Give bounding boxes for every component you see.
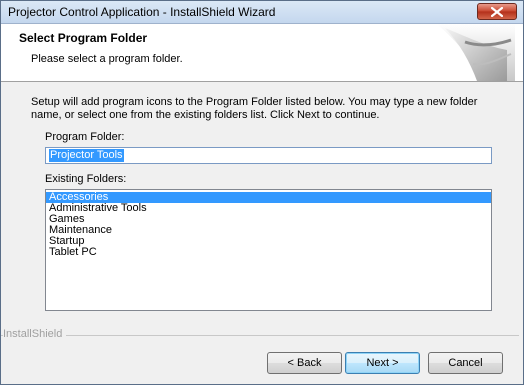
instructions-text: Setup will add program icons to the Prog…: [31, 96, 478, 121]
installshield-brand-label: InstallShield: [3, 328, 67, 340]
program-folder-value: Projector Tools: [49, 149, 124, 162]
title-bar[interactable]: Projector Control Application - InstallS…: [1, 1, 523, 24]
installshield-banner-graphic: [437, 24, 515, 81]
back-button[interactable]: < Back: [267, 352, 342, 374]
next-button[interactable]: Next >: [345, 352, 420, 374]
program-folder-input[interactable]: Projector Tools: [45, 147, 492, 164]
folder-item-startup[interactable]: Startup: [46, 236, 491, 247]
folder-item-tablet-pc[interactable]: Tablet PC: [46, 247, 491, 258]
folder-item-administrative-tools[interactable]: Administrative Tools: [46, 203, 491, 214]
existing-folders-list[interactable]: Accessories Administrative Tools Games M…: [45, 189, 492, 311]
page-title: Select Program Folder: [19, 31, 148, 45]
close-icon: [491, 7, 503, 17]
existing-folders-label: Existing Folders:: [45, 173, 127, 185]
close-button[interactable]: [477, 3, 517, 20]
folder-item-games[interactable]: Games: [46, 214, 491, 225]
window-title: Projector Control Application - InstallS…: [8, 5, 276, 19]
wizard-header: Select Program Folder Please select a pr…: [1, 24, 523, 82]
folder-item-maintenance[interactable]: Maintenance: [46, 225, 491, 236]
installer-window: Projector Control Application - InstallS…: [0, 0, 524, 385]
page-subtitle: Please select a program folder.: [31, 53, 183, 65]
footer-divider: InstallShield: [1, 328, 523, 340]
cancel-button[interactable]: Cancel: [428, 352, 503, 374]
program-folder-label: Program Folder:: [45, 131, 125, 143]
divider-line: [1, 335, 519, 337]
